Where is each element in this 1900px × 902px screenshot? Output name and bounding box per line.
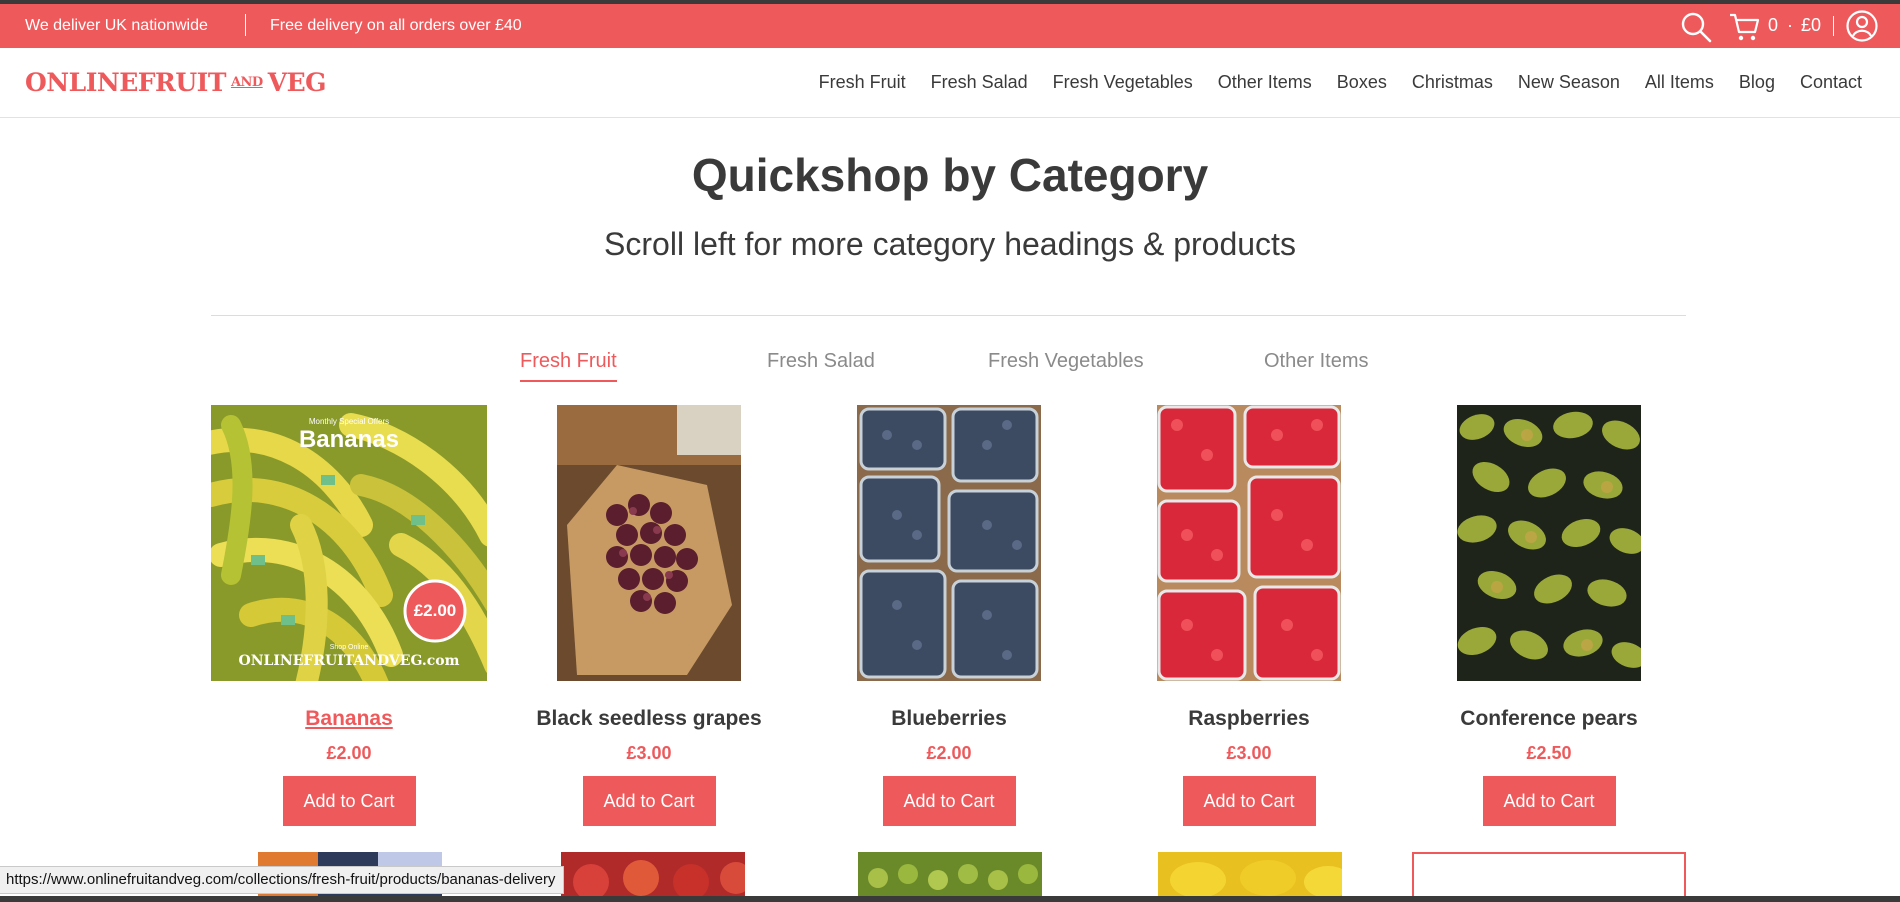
nav-boxes[interactable]: Boxes: [1337, 72, 1387, 93]
nav-other-items[interactable]: Other Items: [1218, 72, 1312, 93]
product-price: £2.00: [926, 743, 972, 763]
cart-separator-dot: ·: [1787, 15, 1793, 35]
account-icon[interactable]: [1845, 9, 1879, 48]
cart-icon[interactable]: [1728, 11, 1760, 48]
announcement-free-delivery: Free delivery on all orders over £40: [270, 17, 522, 34]
product-image-blueberries[interactable]: [857, 405, 1041, 681]
image-brand: ONLINEFRUITANDVEG.com: [238, 653, 460, 669]
image-offer-label: Monthly Special Offers: [308, 417, 390, 426]
product-name[interactable]: Raspberries: [1111, 707, 1387, 731]
product-card-raspberries: Raspberries £3.00 Add to Cart: [1111, 405, 1387, 826]
section-divider: [211, 315, 1686, 316]
product-image-grapes[interactable]: [557, 405, 741, 681]
announcement-divider: [245, 14, 246, 36]
product-image-row2-4[interactable]: [1158, 852, 1342, 896]
product-name[interactable]: Conference pears: [1411, 707, 1687, 731]
tab-fresh-fruit[interactable]: Fresh Fruit: [520, 350, 617, 382]
bottom-edge-line: [0, 896, 1900, 902]
product-name[interactable]: Black seedless grapes: [511, 707, 787, 731]
add-to-cart-button[interactable]: Add to Cart: [1482, 776, 1616, 826]
page-subtitle: Scroll left for more category headings &…: [604, 226, 1296, 262]
nav-christmas[interactable]: Christmas: [1412, 72, 1493, 93]
nav-fresh-fruit[interactable]: Fresh Fruit: [819, 72, 906, 93]
product-image-pears[interactable]: [1457, 405, 1641, 681]
nav-new-season[interactable]: New Season: [1518, 72, 1620, 93]
nav-all-items[interactable]: All Items: [1645, 72, 1714, 93]
logo-text-right: VEG: [267, 68, 327, 97]
nav-fresh-vegetables[interactable]: Fresh Vegetables: [1053, 72, 1193, 93]
search-icon[interactable]: [1679, 10, 1713, 49]
product-image-bananas[interactable]: Monthly Special Offers Bananas £2.00 Sho…: [211, 405, 487, 681]
product-price: £2.00: [326, 743, 372, 763]
cart-total[interactable]: £0: [1801, 15, 1821, 36]
product-card-row2-5[interactable]: [1412, 852, 1686, 896]
tab-other-items[interactable]: Other Items: [1264, 350, 1368, 373]
tab-fresh-salad[interactable]: Fresh Salad: [767, 350, 875, 373]
product-card-grapes: Black seedless grapes £3.00 Add to Cart: [511, 405, 787, 826]
add-to-cart-button[interactable]: Add to Cart: [882, 776, 1016, 826]
announcement-bar: We deliver UK nationwide Free delivery o…: [0, 4, 1900, 48]
image-title: Bananas: [298, 426, 400, 453]
cart-count[interactable]: 0: [1768, 15, 1778, 36]
main-nav: Fresh Fruit Fresh Salad Fresh Vegetables…: [794, 72, 1862, 93]
add-to-cart-button[interactable]: Add to Cart: [1182, 776, 1316, 826]
product-name[interactable]: Bananas: [211, 707, 487, 731]
account-divider: [1833, 16, 1834, 36]
product-price: £2.50: [1526, 743, 1572, 763]
logo-text-left: ONLINEFRUIT: [25, 68, 226, 97]
product-image-row2-2[interactable]: [561, 852, 745, 896]
product-price: £3.00: [626, 743, 672, 763]
site-header: ONLINEFRUIT AND VEG Fresh Fruit Fresh Sala…: [0, 48, 1900, 118]
logo-text-mid: AND: [230, 75, 263, 90]
page-title: Quickshop by Category: [691, 149, 1209, 201]
product-card-bananas: Monthly Special Offers Bananas £2.00 Sho…: [211, 405, 487, 826]
status-bar-url: https://www.onlinefruitandveg.com/collec…: [0, 866, 565, 894]
site-logo[interactable]: ONLINEFRUIT AND VEG: [25, 68, 327, 97]
image-shop-online: Shop Online: [329, 644, 369, 651]
product-name[interactable]: Blueberries: [811, 707, 1087, 731]
nav-contact[interactable]: Contact: [1800, 72, 1862, 93]
product-card-blueberries: Blueberries £2.00 Add to Cart: [811, 405, 1087, 826]
nav-blog[interactable]: Blog: [1739, 72, 1775, 93]
tab-fresh-vegetables[interactable]: Fresh Vegetables: [988, 350, 1144, 373]
product-image-raspberries[interactable]: [1157, 405, 1341, 681]
product-price: £3.00: [1226, 743, 1272, 763]
add-to-cart-button[interactable]: Add to Cart: [282, 776, 416, 826]
announcement-nationwide: We deliver UK nationwide: [25, 17, 208, 34]
image-price-badge: £2.00: [413, 601, 457, 620]
product-card-pears: Conference pears £2.50 Add to Cart: [1411, 405, 1687, 826]
add-to-cart-button[interactable]: Add to Cart: [582, 776, 716, 826]
product-image-row2-3[interactable]: [858, 852, 1042, 896]
nav-fresh-salad[interactable]: Fresh Salad: [931, 72, 1028, 93]
